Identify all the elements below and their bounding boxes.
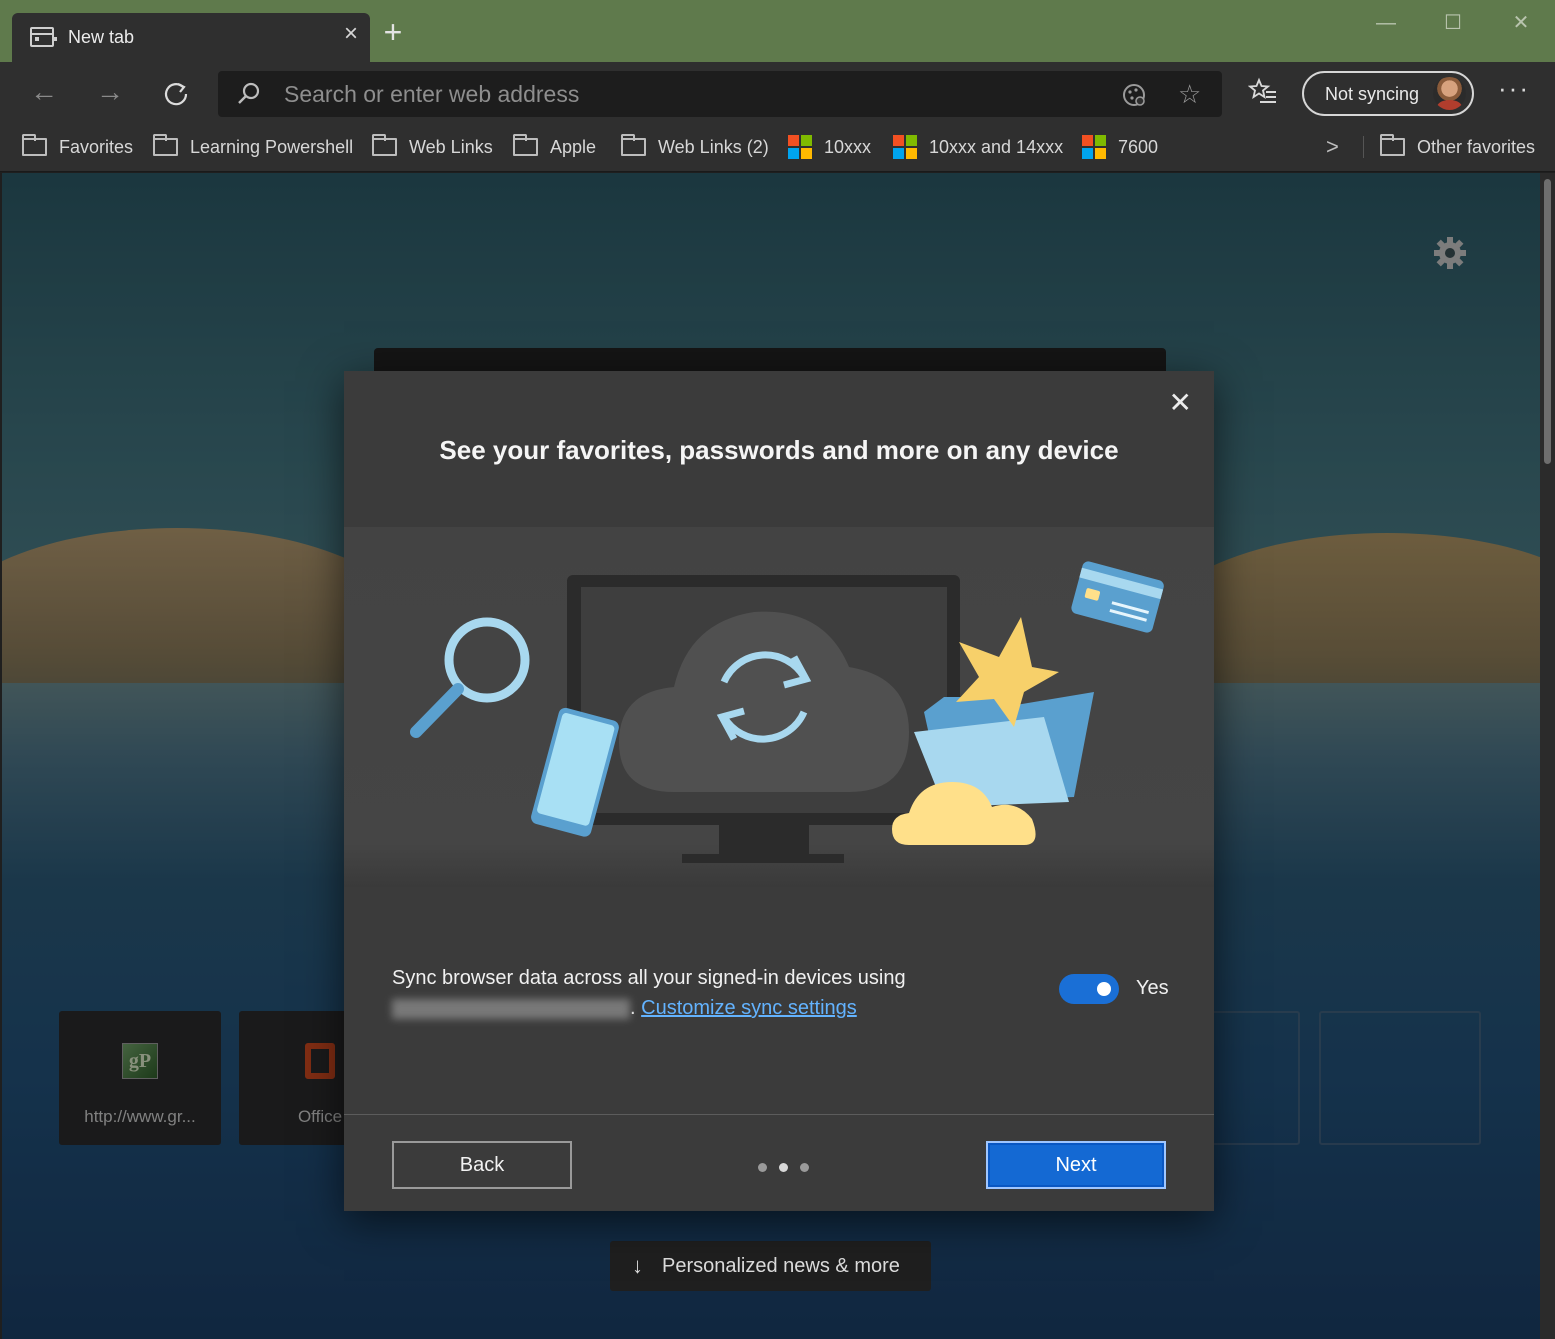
avatar xyxy=(1433,77,1466,110)
step-indicator xyxy=(758,1163,809,1172)
chevron-right-icon[interactable]: > xyxy=(1326,134,1339,160)
new-tab-page-icon xyxy=(30,27,57,47)
maximize-button[interactable]: ☐ xyxy=(1433,8,1473,38)
tab-title: New tab xyxy=(68,27,135,47)
profile-button[interactable]: Not syncing xyxy=(1302,71,1474,116)
next-button[interactable]: Next xyxy=(986,1141,1166,1189)
tab-close-icon[interactable]: × xyxy=(344,22,358,46)
favorites-bar-item[interactable]: Learning Powershell xyxy=(153,134,353,160)
close-window-button[interactable]: ✕ xyxy=(1501,8,1541,38)
other-favorites-folder[interactable]: Other favorites xyxy=(1380,134,1535,160)
windows-logo-icon xyxy=(893,135,917,159)
step-dot xyxy=(800,1163,809,1172)
folder-icon xyxy=(513,134,538,156)
divider xyxy=(344,1114,1214,1115)
toolbar: ← → ☆ Not syncing ··· xyxy=(0,62,1555,124)
address-input[interactable] xyxy=(284,71,1084,117)
minimize-button[interactable]: — xyxy=(1366,8,1406,38)
folder-icon xyxy=(1380,134,1405,156)
favorites-bar-item[interactable]: Web Links (2) xyxy=(621,134,769,160)
windows-logo-icon xyxy=(1082,135,1106,159)
personalized-news-button[interactable]: ↓ Personalized news & more xyxy=(610,1241,931,1291)
favorites-list-icon[interactable] xyxy=(1248,76,1278,106)
toggle-knob xyxy=(1097,982,1111,996)
favorites-bar-item[interactable]: 7600 xyxy=(1082,134,1158,160)
dialog-title: See your favorites, passwords and more o… xyxy=(439,435,1119,465)
sync-toggle-label: Yes xyxy=(1136,977,1169,999)
favorites-bar-item[interactable]: 10xxx and 14xxx xyxy=(893,134,1063,160)
folder-icon xyxy=(372,134,397,156)
sync-description: Sync browser data across all your signed… xyxy=(392,967,906,1019)
new-tab-button[interactable]: + xyxy=(378,16,408,48)
favorites-bar-item[interactable]: Favorites xyxy=(22,134,133,160)
address-bar[interactable]: ☆ xyxy=(218,71,1222,117)
back-button[interactable]: Back xyxy=(392,1141,572,1189)
close-icon[interactable]: ✕ xyxy=(1169,389,1192,417)
folder-icon xyxy=(621,134,646,156)
divider xyxy=(1363,136,1364,158)
forward-arrow-icon[interactable]: → xyxy=(90,74,130,112)
step-dot-active xyxy=(779,1163,788,1172)
more-options-icon[interactable]: ··· xyxy=(1494,75,1534,108)
add-favorite-star-icon[interactable]: ☆ xyxy=(1178,79,1201,110)
redacted-email xyxy=(392,998,630,1019)
customize-sync-settings-link[interactable]: Customize sync settings xyxy=(641,997,857,1019)
arrow-down-icon: ↓ xyxy=(632,1253,643,1278)
favorites-bar: Favorites Learning Powershell Web Links … xyxy=(0,124,1555,172)
search-icon xyxy=(238,82,260,104)
sync-illustration xyxy=(344,527,1214,887)
favorites-bar-item[interactable]: Apple xyxy=(513,134,596,160)
windows-logo-icon xyxy=(788,135,812,159)
tab-new-tab[interactable]: New tab × xyxy=(12,13,370,62)
scrollbar[interactable] xyxy=(1540,173,1555,1339)
title-bar: New tab × + — ☐ ✕ xyxy=(0,0,1555,62)
favorites-bar-item[interactable]: 10xxx xyxy=(788,134,871,160)
step-dot xyxy=(758,1163,767,1172)
back-arrow-icon[interactable]: ← xyxy=(24,74,64,112)
folder-icon xyxy=(22,134,47,156)
refresh-icon[interactable] xyxy=(156,74,196,112)
favorites-bar-item[interactable]: Web Links xyxy=(372,134,493,160)
sync-toggle[interactable] xyxy=(1059,974,1119,1004)
sync-description-text: Sync browser data across all your signed… xyxy=(392,967,906,989)
sync-dialog: ✕ See your favorites, passwords and more… xyxy=(344,371,1214,1211)
scrollbar-thumb[interactable] xyxy=(1544,179,1551,464)
tracking-prevention-icon[interactable] xyxy=(1121,81,1149,109)
folder-icon xyxy=(153,134,178,156)
profile-status-label: Not syncing xyxy=(1325,84,1420,104)
